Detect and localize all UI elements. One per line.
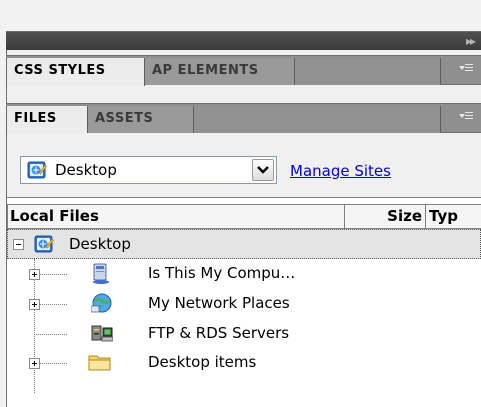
panel-options-icon[interactable] (459, 110, 473, 124)
collapse-icon[interactable] (13, 239, 24, 250)
top-margin (0, 0, 481, 31)
computer-icon (91, 263, 111, 284)
site-select-value: Desktop (55, 161, 117, 179)
file-tree: Desktop Is This My Compu… My Network Pla… (7, 229, 481, 407)
manage-sites-link[interactable]: Manage Sites (290, 162, 391, 180)
tab-assets[interactable]: ASSETS (88, 106, 194, 133)
tabgroup-files-assets: FILES ASSETS (6, 103, 481, 134)
folder-icon (88, 352, 111, 372)
tab-ap-elements[interactable]: AP ELEMENTS (145, 58, 295, 85)
expand-icon[interactable] (29, 358, 40, 369)
tree-label: Desktop (69, 235, 131, 253)
tabgroup-css-ap: CSS STYLES AP ELEMENTS (6, 55, 481, 86)
dreamweaver-panel-dock: ▸▸ CSS STYLES AP ELEMENTS FILES ASSETS D… (0, 0, 481, 407)
tree-row-my-computer[interactable]: Is This My Compu… (7, 259, 481, 289)
site-desktop-icon (34, 234, 54, 254)
tree-row-ftp-rds[interactable]: FTP & RDS Servers (7, 319, 481, 349)
column-header-type[interactable]: Typ (426, 204, 481, 229)
tree-label: Desktop items (148, 353, 257, 371)
panel-dock-header[interactable]: ▸▸ (6, 31, 481, 50)
tree-row-network-places[interactable]: My Network Places (7, 289, 481, 319)
site-select[interactable]: Desktop (20, 156, 277, 184)
column-header-local-files[interactable]: Local Files (7, 204, 345, 229)
panel-options-icon[interactable] (459, 62, 473, 76)
tab-strip-filler (194, 106, 441, 133)
expand-icon[interactable] (29, 299, 40, 310)
tree-label: My Network Places (148, 294, 290, 312)
collapse-panels-icon[interactable]: ▸▸ (466, 34, 476, 48)
tree-label: Is This My Compu… (148, 264, 296, 282)
tab-files[interactable]: FILES (6, 106, 88, 134)
tab-css-styles[interactable]: CSS STYLES (6, 58, 145, 86)
expand-icon[interactable] (29, 269, 40, 280)
chevron-down-icon[interactable] (252, 159, 274, 181)
ftp-servers-icon (91, 324, 114, 344)
site-desktop-icon (27, 160, 47, 180)
tab-strip-filler (295, 58, 441, 85)
tree-row-desktop[interactable]: Desktop (7, 229, 481, 259)
network-places-icon (90, 292, 112, 313)
column-header-size[interactable]: Size (345, 204, 426, 229)
tree-label: FTP & RDS Servers (148, 324, 290, 342)
tree-row-desktop-items[interactable]: Desktop items (7, 349, 481, 379)
